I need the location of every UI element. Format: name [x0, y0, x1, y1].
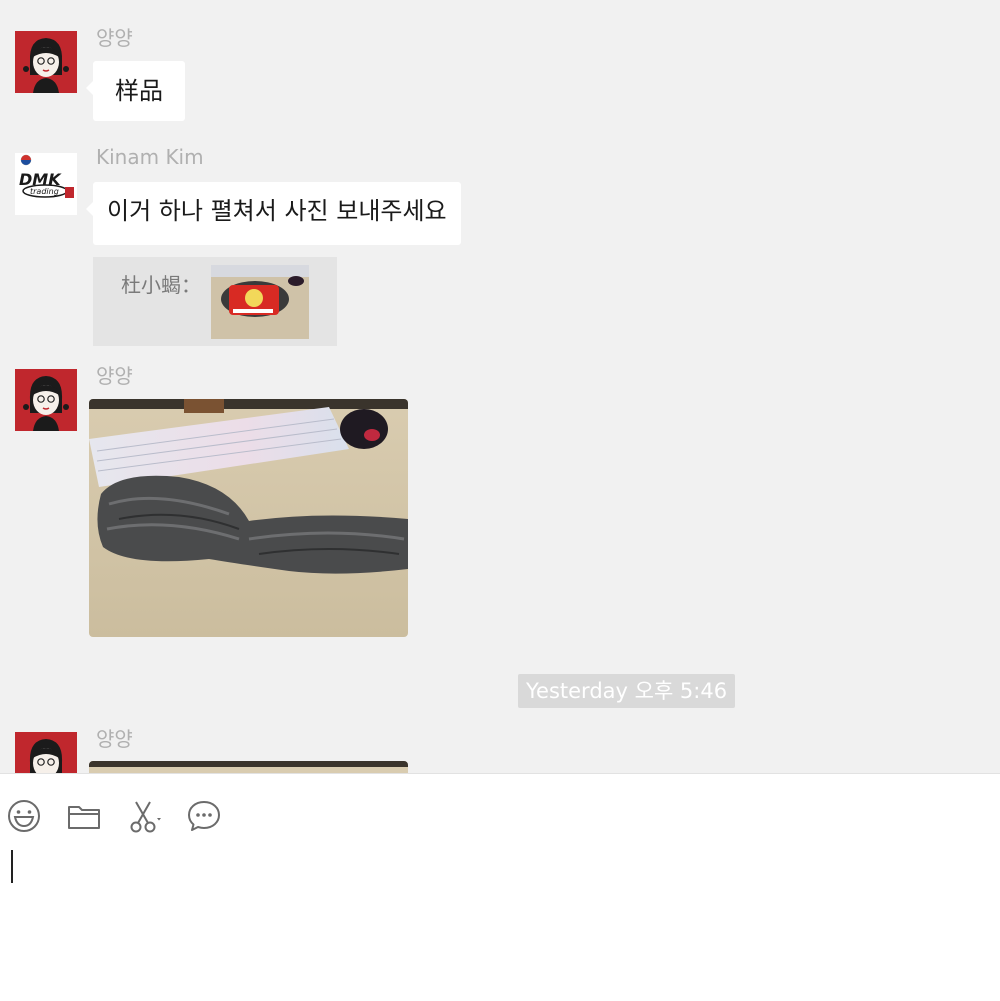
- scissors-icon: [130, 801, 161, 833]
- sender-name: 양양: [96, 727, 133, 751]
- emoji-icon: [8, 800, 40, 832]
- quoted-message[interactable]: 杜小蝎：: [93, 257, 337, 346]
- quote-thumbnail-image[interactable]: [211, 265, 309, 339]
- send-file-button[interactable]: [64, 796, 104, 836]
- avatar-yangyang[interactable]: [15, 732, 77, 773]
- timestamp-divider: Yesterday 오후 5:46: [518, 674, 736, 708]
- girl-avatar-icon: [15, 369, 77, 431]
- sender-name: 양양: [96, 26, 133, 50]
- avatar-yangyang[interactable]: [15, 31, 77, 93]
- steel-wool-photo-icon: [89, 399, 408, 637]
- folder-icon: [68, 806, 100, 829]
- photo-preview-icon: [89, 761, 408, 773]
- message-bubble[interactable]: 样品: [86, 61, 185, 121]
- sender-name: Kinam Kim: [96, 145, 204, 169]
- screenshot-button[interactable]: [124, 796, 164, 836]
- message-input-area[interactable]: [0, 773, 1000, 1001]
- chat-history[interactable]: 양양 样品 DMK trading Kinam Kim 이거 하나 펼쳐서 사진…: [0, 0, 1000, 773]
- product-thumbnail-icon: [211, 265, 309, 339]
- dmk-logo-icon: DMK trading: [15, 153, 77, 215]
- sender-name: 양양: [96, 364, 133, 388]
- svg-text:trading: trading: [30, 187, 59, 196]
- emoji-button[interactable]: [4, 796, 44, 836]
- girl-avatar-icon: [15, 732, 77, 773]
- message-image[interactable]: [89, 399, 408, 637]
- text-cursor[interactable]: [11, 850, 13, 883]
- avatar-kinam-kim[interactable]: DMK trading: [15, 153, 77, 215]
- avatar-yangyang[interactable]: [15, 369, 77, 431]
- message-bubble[interactable]: 이거 하나 펼쳐서 사진 보내주세요: [86, 182, 461, 245]
- quote-sender-label: 杜小蝎：: [121, 273, 201, 297]
- chat-bubble-icon: [188, 801, 220, 831]
- message-image[interactable]: [89, 761, 408, 773]
- chat-history-button[interactable]: [184, 796, 224, 836]
- girl-avatar-icon: [15, 31, 77, 93]
